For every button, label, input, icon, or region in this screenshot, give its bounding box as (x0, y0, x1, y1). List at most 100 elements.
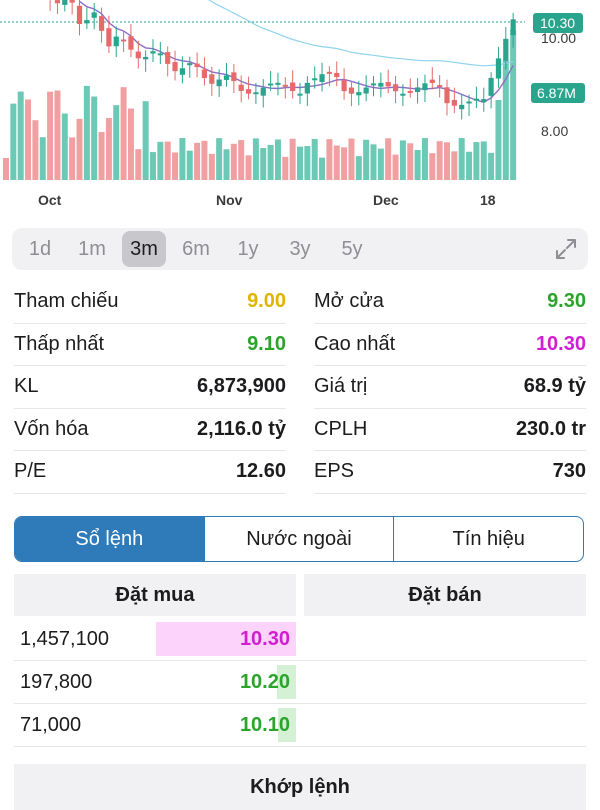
candle-body (326, 71, 332, 74)
candle-body (62, 0, 68, 5)
candle-body (172, 62, 178, 72)
ma-short-line (79, 0, 514, 103)
tab-3m[interactable]: 3m (122, 231, 166, 267)
volume-bar (120, 87, 127, 180)
volume-bar (407, 143, 414, 180)
stat-label: KL (14, 375, 39, 398)
stat-label: P/E (14, 460, 47, 483)
tab-1d[interactable]: 1d (18, 231, 62, 267)
stat-reference: Tham chiếu 9.00 (14, 281, 286, 324)
tab-foreign[interactable]: Nước ngoài (203, 517, 394, 561)
ask-cell (304, 618, 586, 660)
candle-body (297, 93, 303, 96)
volume-bar (10, 103, 17, 180)
stat-label: Tham chiếu (14, 290, 119, 313)
volume-bar (54, 90, 61, 180)
candle-body (216, 79, 222, 87)
volume-bar (510, 30, 517, 180)
volume-bar (392, 154, 399, 180)
candle-body (194, 63, 200, 68)
candle-body (113, 36, 119, 47)
candle-body (238, 84, 244, 91)
candles (49, 0, 516, 120)
candle-body (253, 92, 259, 95)
expand-arrows-icon[interactable] (554, 237, 578, 261)
stat-label: Mở cửa (314, 290, 384, 313)
candle-body (150, 51, 156, 54)
volume-bar (421, 138, 428, 180)
tab-3y[interactable]: 3y (278, 231, 322, 267)
stat-value: 12.60 (235, 460, 286, 483)
order-book-row: 71,000 10.10 (14, 704, 586, 747)
volume-bar (164, 141, 171, 180)
tab-5y[interactable]: 5y (330, 231, 374, 267)
candle-body (334, 72, 340, 77)
volume-bar (444, 142, 450, 180)
volume-bar (311, 138, 318, 180)
candle-body (415, 87, 421, 92)
stat-value: 10.30 (535, 332, 586, 355)
x-tick-label: 18 (480, 192, 496, 208)
volume-bar (333, 145, 340, 180)
tab-signals[interactable]: Tín hiệu (393, 517, 583, 561)
stat-value: 2,116.0 tỷ (197, 417, 286, 440)
tab-6m[interactable]: 6m (174, 231, 218, 267)
candle-body (268, 83, 274, 86)
bid-price[interactable]: 10.30 (240, 618, 290, 660)
candle-body (54, 0, 61, 4)
bid-quantity: 1,457,100 (20, 627, 109, 650)
candle-body (165, 52, 171, 64)
x-tick-label: Dec (373, 192, 399, 208)
volume-bar (150, 152, 156, 180)
volume-bar (495, 100, 502, 180)
volume-bar (289, 138, 296, 180)
stat-market-cap: Vốn hóa 2,116.0 tỷ (14, 409, 286, 451)
tab-1m[interactable]: 1m (70, 231, 114, 267)
ma-long-line (208, 0, 514, 67)
volume-bar (216, 138, 223, 180)
buy-orders-header: Đặt mua (14, 574, 296, 616)
last-price-tag-label: 10.30 (540, 15, 575, 31)
candle-body (466, 101, 472, 104)
candle-body (260, 87, 266, 96)
candle-body (106, 28, 112, 47)
candle-body (503, 38, 509, 61)
bid-price[interactable]: 10.10 (240, 704, 290, 746)
matched-orders-header[interactable]: Khớp lệnh (14, 764, 586, 810)
volume-bar (98, 132, 105, 180)
candle-body (473, 98, 479, 101)
volume-bar (69, 137, 76, 180)
candle-body (275, 82, 281, 85)
candle-body (135, 51, 141, 59)
volume-bar (385, 138, 392, 180)
tab-order-book[interactable]: Sổ lệnh (15, 517, 204, 561)
range-tabs: 1d 1m 3m 6m 1y 3y 5y (12, 228, 588, 270)
stat-label: Vốn hóa (14, 417, 89, 440)
volume-bar (223, 149, 230, 180)
candle-body (488, 77, 494, 96)
candle-body (422, 83, 428, 91)
volume-bar (245, 155, 252, 180)
volume-bar (458, 138, 465, 180)
volume-bar (429, 153, 436, 180)
stat-value: 730 (552, 460, 586, 483)
volume-tag-label: 6.87M (537, 85, 576, 101)
candle-body (231, 72, 237, 82)
volume-bar (3, 158, 9, 180)
stat-value: 68.9 tỷ (523, 375, 586, 398)
candle-body (69, 0, 75, 3)
volume-bar (377, 148, 384, 180)
tab-1y[interactable]: 1y (226, 231, 270, 267)
price-chart[interactable]: 10.00 8.00 10.30 6.87M Oct Nov Dec 18 (0, 0, 600, 215)
stat-low: Thấp nhất 9.10 (14, 324, 286, 366)
volume-bar (480, 141, 487, 180)
volume-bar (304, 146, 311, 180)
candle-body (128, 36, 134, 50)
y-tick-label: 8.00 (541, 123, 568, 139)
order-book-rows: 1,457,100 10.30 197,800 10.20 71,000 10.… (14, 618, 586, 747)
stat-eps: EPS 730 (314, 451, 586, 494)
stat-value: 230.0 tr (515, 417, 586, 440)
bid-price[interactable]: 10.20 (240, 661, 290, 703)
candle-body (400, 93, 406, 96)
volume-bar (370, 144, 377, 180)
